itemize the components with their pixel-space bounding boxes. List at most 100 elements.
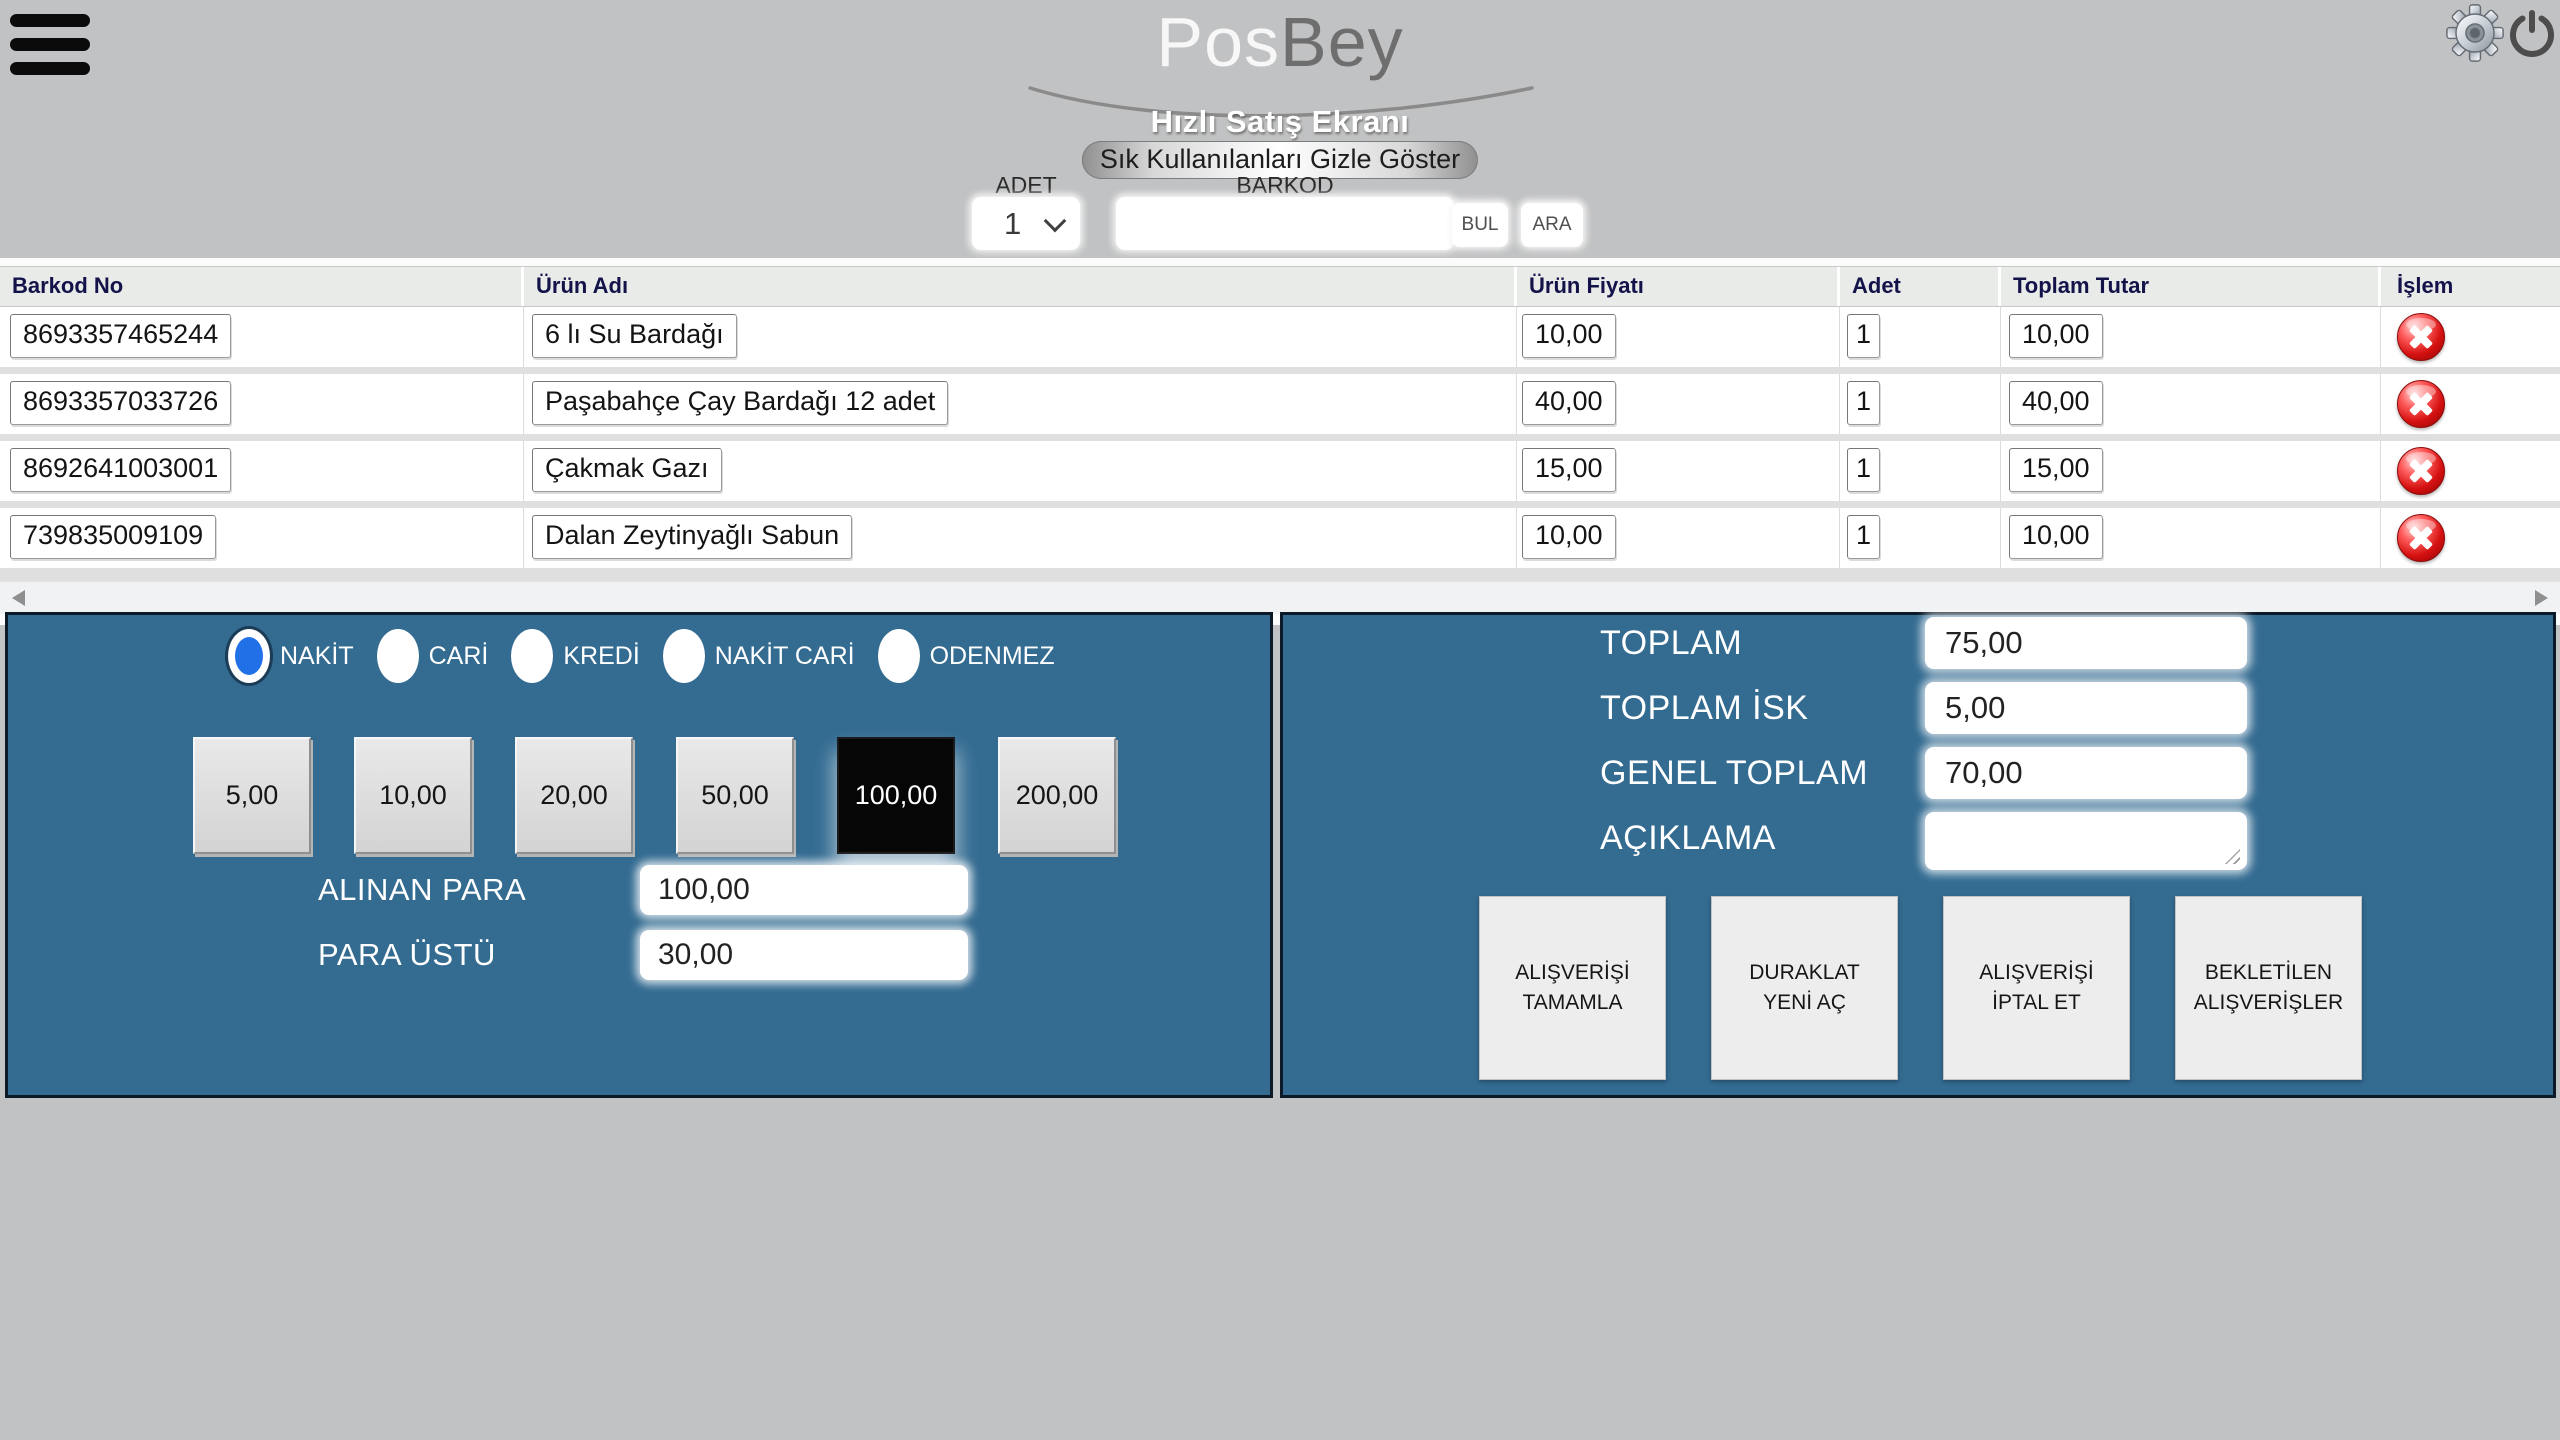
barkod-input[interactable] (1116, 197, 1454, 250)
barkod-cell-input[interactable]: 8693357465244 (10, 314, 231, 358)
payment-method-label: ODENMEZ (930, 642, 1055, 671)
adet-cell-input[interactable]: 1 (1847, 314, 1880, 358)
delete-circle-x-icon[interactable] (2397, 380, 2445, 428)
table-header-row: Barkod No Ürün Adı Ürün Fiyatı Adet Topl… (0, 266, 2560, 307)
payment-method-group: NAKİT CARİ KREDİ NAKİT CARİ ODENMEZ (228, 629, 1055, 683)
denomination-button[interactable]: 100,00 (837, 737, 955, 854)
aciklama-textarea[interactable] (1925, 812, 2247, 870)
items-table: Barkod No Ürün Adı Ürün Fiyatı Adet Topl… (0, 258, 2560, 625)
table-row: 8693357033726 Paşabahçe Çay Bardağı 12 a… (0, 374, 2560, 434)
action-button[interactable]: BEKLETİLEN ALIŞVERİŞLER (2175, 896, 2362, 1080)
column-header-urun-adi: Ürün Adı (524, 267, 1517, 306)
toplam-tutar-cell-input[interactable]: 10,00 (2009, 515, 2103, 559)
denomination-button[interactable]: 50,00 (676, 737, 794, 854)
radio-icon (377, 629, 419, 683)
denomination-buttons: 5,00 10,00 20,00 50,00 100,00 200,00 (193, 737, 1116, 854)
cell-urun-fiyati: 10,00 (1517, 508, 1840, 568)
delete-circle-x-icon[interactable] (2397, 313, 2445, 361)
logo-text-pos: Pos (1156, 3, 1280, 81)
adet-cell-input[interactable]: 1 (1847, 448, 1880, 492)
table-top-strip (0, 258, 2560, 266)
cell-urun-adi: Dalan Zeytinyağlı Sabun (524, 508, 1517, 568)
table-row: 8692641003001 Çakmak Gazı 15,00 1 15,00 (0, 441, 2560, 501)
action-button[interactable]: ALIŞVERİŞİ İPTAL ET (1943, 896, 2130, 1080)
denomination-button[interactable]: 5,00 (193, 737, 311, 854)
payment-method-label: NAKİT (280, 642, 354, 671)
payment-method-radio[interactable]: NAKİT (228, 629, 354, 683)
delete-circle-x-icon[interactable] (2397, 447, 2445, 495)
column-header-adet: Adet (1840, 267, 2001, 306)
radio-icon (228, 629, 270, 683)
summary-label: TOPLAM İSK (1600, 682, 1808, 734)
summary-value-input[interactable]: 75,00 (1925, 617, 2247, 669)
chevron-down-icon (1044, 210, 1067, 233)
urun-fiyati-cell-input[interactable]: 10,00 (1522, 515, 1616, 559)
denomination-button[interactable]: 20,00 (515, 737, 633, 854)
pos-quick-sale-screen: PosBey Hızlı Satış Ekranı Sık Kullanılan… (0, 0, 2560, 1440)
column-header-barkod-no: Barkod No (0, 267, 524, 306)
cell-urun-adi: Çakmak Gazı (524, 441, 1517, 501)
para-ustu-input[interactable]: 30,00 (640, 930, 968, 980)
column-header-toplam-tutar: Toplam Tutar (2001, 267, 2381, 306)
radio-icon (878, 629, 920, 683)
cell-islem (2381, 307, 2560, 367)
urun-adi-cell-input[interactable]: Paşabahçe Çay Bardağı 12 adet (532, 381, 948, 425)
urun-fiyati-cell-input[interactable]: 10,00 (1522, 314, 1616, 358)
urun-fiyati-cell-input[interactable]: 15,00 (1522, 448, 1616, 492)
aciklama-row: AÇIKLAMA (1283, 812, 2553, 870)
cell-urun-fiyati: 10,00 (1517, 307, 1840, 367)
alinan-para-input[interactable]: 100,00 (640, 865, 968, 915)
barkod-cell-input[interactable]: 8693357033726 (10, 381, 231, 425)
toplam-tutar-cell-input[interactable]: 40,00 (2009, 381, 2103, 425)
resize-handle-icon[interactable] (2225, 849, 2240, 864)
adet-cell-input[interactable]: 1 (1847, 381, 1880, 425)
cell-toplam-tutar: 10,00 (2001, 307, 2381, 367)
cell-urun-fiyati: 40,00 (1517, 374, 1840, 434)
arrow-right-icon[interactable] (2535, 590, 2548, 606)
cell-barkod: 8693357465244 (0, 307, 524, 367)
barkod-cell-input[interactable]: 739835009109 (10, 515, 216, 559)
delete-circle-x-icon[interactable] (2397, 514, 2445, 562)
page-title: Hızlı Satış Ekranı (0, 104, 2560, 140)
para-ustu-label: PARA ÜSTÜ (318, 930, 496, 980)
urun-adi-cell-input[interactable]: 6 lı Su Bardağı (532, 314, 737, 358)
cell-toplam-tutar: 40,00 (2001, 374, 2381, 434)
summary-label: GENEL TOPLAM (1600, 747, 1868, 799)
cell-adet: 1 (1840, 508, 2001, 568)
adet-cell-input[interactable]: 1 (1847, 515, 1880, 559)
action-button[interactable]: ALIŞVERİŞİ TAMAMLA (1479, 896, 1666, 1080)
barkod-label: BARKOD (1116, 172, 1454, 199)
cell-adet: 1 (1840, 307, 2001, 367)
cell-urun-fiyati: 15,00 (1517, 441, 1840, 501)
action-button[interactable]: DURAKLAT YENİ AÇ (1711, 896, 1898, 1080)
toplam-tutar-cell-input[interactable]: 10,00 (2009, 314, 2103, 358)
denomination-button[interactable]: 200,00 (998, 737, 1116, 854)
payment-method-radio[interactable]: CARİ (377, 629, 489, 683)
arrow-left-icon[interactable] (12, 590, 25, 606)
urun-adi-cell-input[interactable]: Dalan Zeytinyağlı Sabun (532, 515, 852, 559)
toplam-tutar-cell-input[interactable]: 15,00 (2009, 448, 2103, 492)
adet-select[interactable]: 1 (972, 197, 1080, 250)
summary-value-input[interactable]: 70,00 (1925, 747, 2247, 799)
cell-toplam-tutar: 10,00 (2001, 508, 2381, 568)
radio-icon (663, 629, 705, 683)
summary-value-input[interactable]: 5,00 (1925, 682, 2247, 734)
cell-islem (2381, 508, 2560, 568)
urun-adi-cell-input[interactable]: Çakmak Gazı (532, 448, 722, 492)
summary-row: TOPLAM İSK 5,00 (1283, 682, 2553, 734)
payment-method-radio[interactable]: NAKİT CARİ (663, 629, 855, 683)
payment-method-radio[interactable]: ODENMEZ (878, 629, 1055, 683)
bul-button[interactable]: BUL (1452, 203, 1508, 247)
table-horizontal-scrollbar[interactable] (0, 581, 2560, 614)
urun-fiyati-cell-input[interactable]: 40,00 (1522, 381, 1616, 425)
app-logo: PosBey (0, 2, 2560, 82)
cell-urun-adi: 6 lı Su Bardağı (524, 307, 1517, 367)
cell-urun-adi: Paşabahçe Çay Bardağı 12 adet (524, 374, 1517, 434)
payment-method-radio[interactable]: KREDİ (511, 629, 639, 683)
cell-islem (2381, 374, 2560, 434)
denomination-button[interactable]: 10,00 (354, 737, 472, 854)
barkod-cell-input[interactable]: 8692641003001 (10, 448, 231, 492)
payment-method-label: KREDİ (563, 642, 639, 671)
ara-button[interactable]: ARA (1521, 203, 1583, 247)
cell-barkod: 739835009109 (0, 508, 524, 568)
